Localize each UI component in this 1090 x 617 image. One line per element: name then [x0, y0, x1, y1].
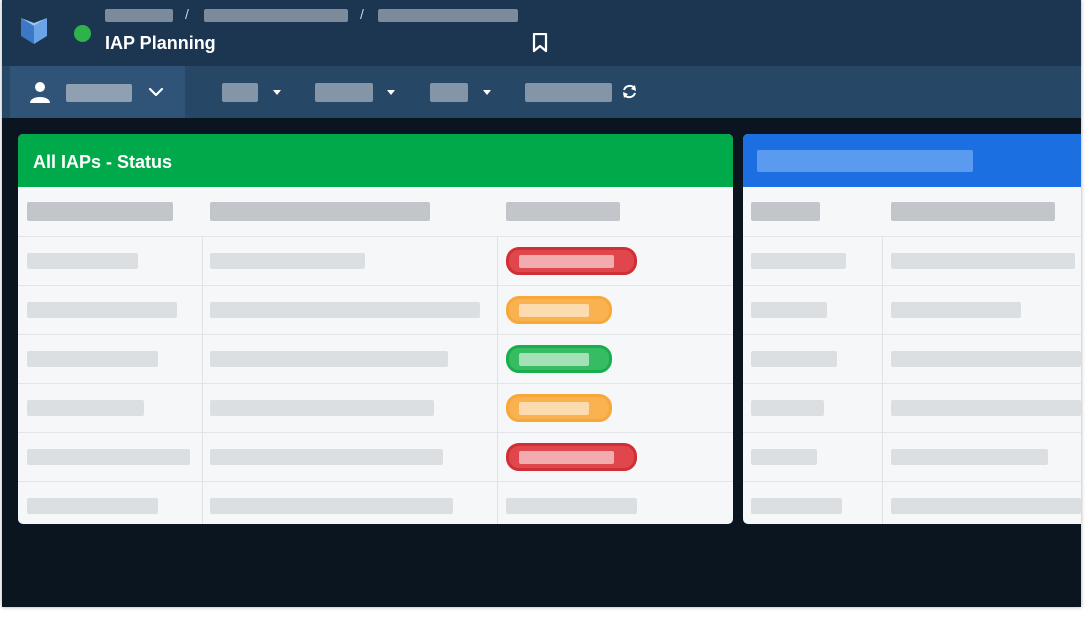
table-row[interactable]	[18, 236, 733, 286]
panel-title: All IAPs - Status	[33, 152, 173, 172]
user-name-placeholder	[66, 84, 132, 102]
table-row[interactable]	[18, 334, 733, 384]
table-row[interactable]	[18, 481, 733, 524]
cell-placeholder	[751, 498, 842, 514]
breadcrumb-item-2[interactable]	[204, 9, 348, 22]
table-row[interactable]	[743, 481, 1081, 524]
cell-placeholder	[751, 400, 824, 416]
cell-placeholder	[27, 449, 190, 465]
breadcrumb-separator: /	[185, 6, 189, 22]
cell-placeholder	[210, 253, 365, 269]
app-header: / / IAP Planning	[2, 0, 1081, 66]
toolbar-dropdown-1[interactable]	[222, 83, 258, 102]
cell-placeholder	[891, 253, 1075, 269]
table-row[interactable]	[743, 383, 1081, 433]
cell-placeholder	[27, 302, 177, 318]
status-indicator	[74, 25, 91, 42]
column-header[interactable]	[751, 202, 820, 221]
chevron-down-icon	[148, 87, 164, 97]
toolbar-dropdown-3[interactable]	[430, 83, 468, 102]
cell-placeholder	[891, 498, 1081, 514]
all-iaps-status-panel: All IAPs - Status	[18, 134, 733, 524]
caret-down-icon[interactable]	[483, 90, 491, 95]
table-row[interactable]	[743, 236, 1081, 286]
table-row[interactable]	[743, 285, 1081, 335]
user-icon	[30, 82, 50, 103]
breadcrumb-item-3[interactable]	[378, 9, 518, 22]
table-row[interactable]	[18, 285, 733, 335]
cell-placeholder	[210, 302, 480, 318]
status-pill-red	[506, 247, 637, 275]
cell-placeholder	[751, 351, 837, 367]
cell-placeholder	[891, 302, 1021, 318]
cell-placeholder	[891, 400, 1081, 416]
page-title: IAP Planning	[105, 33, 216, 53]
cell-placeholder	[751, 449, 817, 465]
cell-placeholder	[891, 351, 1081, 367]
table-header-row	[18, 187, 733, 236]
caret-down-icon[interactable]	[273, 90, 281, 95]
cell-placeholder	[751, 302, 827, 318]
status-pill-red	[506, 443, 637, 471]
toolbar-refresh-label[interactable]	[525, 83, 612, 102]
cell-placeholder	[27, 498, 158, 514]
status-pill-orange	[506, 394, 612, 422]
table-row[interactable]	[18, 383, 733, 433]
cell-placeholder	[891, 449, 1048, 465]
refresh-icon[interactable]	[621, 83, 638, 100]
toolbar	[2, 66, 1081, 118]
cell-placeholder	[751, 253, 846, 269]
cell-placeholder	[27, 351, 158, 367]
cell-placeholder	[210, 400, 434, 416]
cell-placeholder	[27, 400, 144, 416]
status-pill-orange	[506, 296, 612, 324]
column-header[interactable]	[506, 202, 620, 221]
breadcrumb-separator: /	[360, 6, 364, 22]
table-header-row	[743, 187, 1081, 236]
panel-header: All IAPs - Status	[18, 134, 733, 187]
table-row[interactable]	[743, 334, 1081, 384]
cell-placeholder	[27, 253, 138, 269]
bookmark-icon[interactable]	[532, 33, 548, 53]
breadcrumb-item-1[interactable]	[105, 9, 173, 22]
user-menu-button[interactable]	[10, 66, 185, 118]
column-header[interactable]	[891, 202, 1055, 221]
cell-placeholder	[210, 498, 453, 514]
column-header[interactable]	[210, 202, 430, 221]
column-header[interactable]	[27, 202, 173, 221]
table-row[interactable]	[743, 432, 1081, 482]
cell-placeholder	[210, 449, 443, 465]
panel-title-placeholder	[757, 150, 973, 172]
status-pill-green	[506, 345, 612, 373]
panel-header	[743, 134, 1081, 187]
toolbar-dropdown-2[interactable]	[315, 83, 373, 102]
table-row[interactable]	[18, 432, 733, 482]
caret-down-icon[interactable]	[387, 90, 395, 95]
app-window: / / IAP Planning All IAPs - Status	[2, 0, 1081, 607]
cell-placeholder	[506, 498, 637, 514]
app-logo-icon[interactable]	[18, 15, 50, 47]
secondary-panel	[743, 134, 1081, 524]
cell-placeholder	[210, 351, 448, 367]
